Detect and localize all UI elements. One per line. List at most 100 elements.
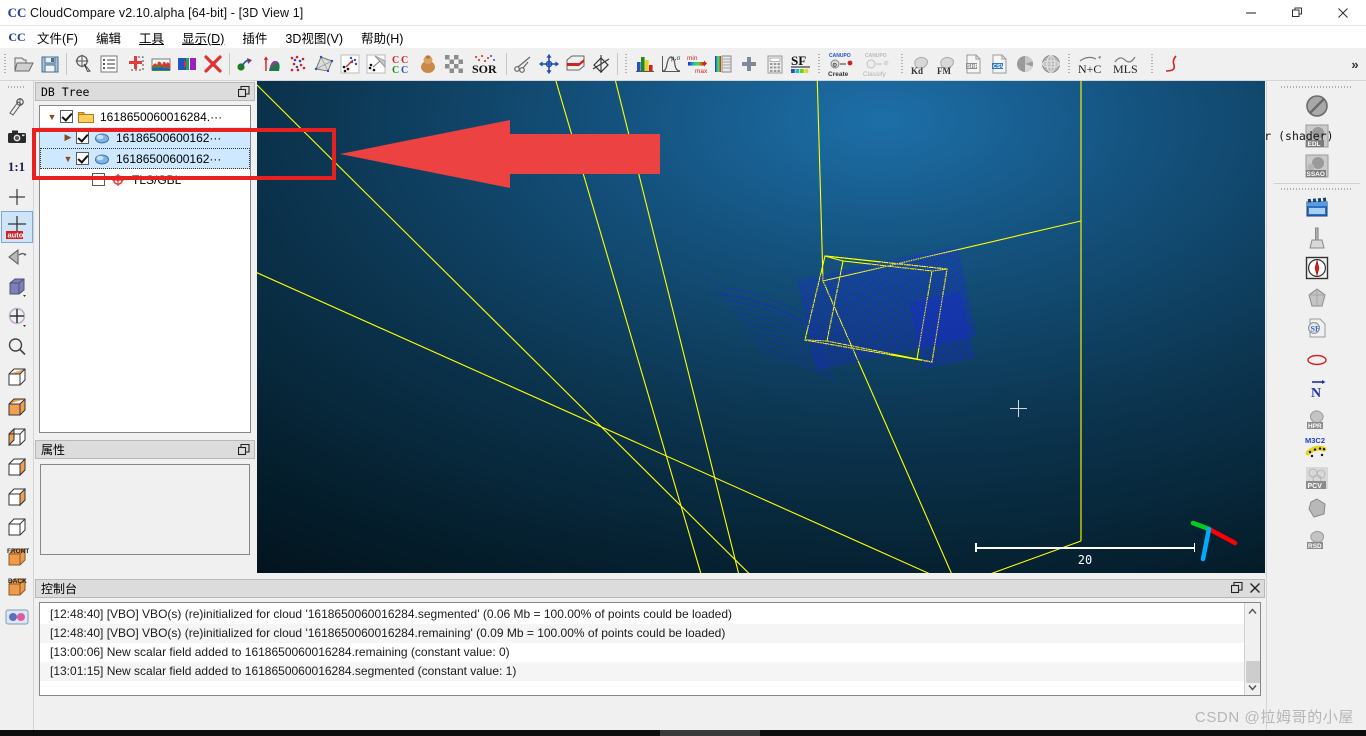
view-bottom-icon[interactable] <box>2 392 32 422</box>
histogram-icon[interactable] <box>632 51 658 77</box>
hpr-plugin-icon[interactable]: HPR <box>1302 403 1332 433</box>
visibility-checkbox[interactable] <box>60 110 73 123</box>
animation-plugin-icon[interactable] <box>1302 193 1332 223</box>
db-tree-view[interactable]: ▼ 1618650060016284.··· ▶ 16186500600162·… <box>39 105 251 433</box>
sor-filter-icon[interactable]: SOR <box>467 51 503 77</box>
point-picking-icon[interactable] <box>70 51 96 77</box>
toolbar-grip[interactable] <box>1149 53 1156 75</box>
visibility-checkbox[interactable] <box>92 173 105 186</box>
view-iso2-icon[interactable] <box>2 512 32 542</box>
curve-fit-icon[interactable] <box>1158 51 1184 77</box>
canupo-create-icon[interactable]: CANUPO ⚙ Create <box>825 51 861 78</box>
float-panel-icon[interactable] <box>237 85 250 98</box>
menu-help[interactable]: 帮助(H) <box>352 26 412 49</box>
minimize-button[interactable] <box>1228 0 1274 26</box>
sf-plugin-icon[interactable]: SF <box>1302 313 1332 343</box>
object-viewer-icon[interactable] <box>2 272 32 302</box>
save-file-icon[interactable] <box>37 51 63 77</box>
sf-toggle-icon[interactable]: SF <box>788 51 814 77</box>
console-scroll-track[interactable] <box>1245 619 1261 683</box>
set-pivot-icon[interactable] <box>2 182 32 212</box>
scroll-up-icon[interactable] <box>1245 603 1261 619</box>
tree-item-segmented[interactable]: ▶ 16186500600162··· <box>40 127 250 148</box>
color-scale-icon[interactable] <box>710 51 736 77</box>
m3c2-plugin-icon[interactable]: M3C2 <box>1302 433 1332 463</box>
broom-plugin-icon[interactable] <box>1302 223 1332 253</box>
delete-icon[interactable] <box>200 51 226 77</box>
toolbar-grip[interactable] <box>1066 53 1073 75</box>
view-front-icon[interactable]: FRONT <box>2 542 32 572</box>
plugin-toolbar-grip[interactable] <box>1280 84 1353 90</box>
mesh-icon[interactable] <box>311 51 337 77</box>
add-point-icon[interactable] <box>122 51 148 77</box>
gaussian-filter-icon[interactable]: μ,σ <box>658 51 684 77</box>
ssao-shader-icon[interactable]: SSAO <box>1302 151 1332 181</box>
camera-snapshot-icon[interactable] <box>2 122 32 152</box>
canupo-classify-icon[interactable]: CANUPO Classify <box>861 51 897 78</box>
csv-export-icon[interactable]: CSV <box>986 51 1012 77</box>
minmax-icon[interactable]: min max <box>684 51 710 77</box>
zoom-1-1-icon[interactable]: 1:1 <box>2 152 32 182</box>
poisson-normals-icon[interactable]: N <box>1302 373 1332 403</box>
rsd-plugin-icon[interactable]: RSD <box>1302 523 1332 553</box>
translate-rotate-icon[interactable] <box>536 51 562 77</box>
console-close-icon[interactable] <box>1249 582 1261 597</box>
tree-item-remaining[interactable]: ▼ 16186500600162··· <box>40 148 250 169</box>
auto-pivot-icon[interactable]: auto <box>0 211 33 243</box>
register-clouds-icon[interactable] <box>233 51 259 77</box>
cross-section-icon[interactable] <box>562 51 588 77</box>
maximize-button[interactable] <box>1274 0 1320 26</box>
console-float-icon[interactable] <box>1230 581 1243 597</box>
toolbar-overflow-button[interactable]: » <box>1344 51 1366 77</box>
sf-calculator-icon[interactable] <box>762 51 788 77</box>
pie-chart-icon[interactable] <box>1012 51 1038 77</box>
close-button[interactable] <box>1320 0 1366 26</box>
plane-fit-icon[interactable] <box>588 51 614 77</box>
toolbar-grip[interactable] <box>816 53 823 75</box>
toolbar-grip[interactable] <box>623 53 630 75</box>
pick-rotation-center-icon[interactable] <box>2 92 32 122</box>
shp-export-icon[interactable]: SHP <box>960 51 986 77</box>
scissors-icon[interactable] <box>510 51 536 77</box>
view-right-icon[interactable] <box>2 452 32 482</box>
menu-file[interactable]: 文件(F) <box>28 26 87 49</box>
compute-normals-icon[interactable] <box>259 51 285 77</box>
facets-plugin-icon[interactable] <box>1302 283 1332 313</box>
checkerboard-icon[interactable] <box>441 51 467 77</box>
toggle-perspective-icon[interactable] <box>2 242 32 272</box>
console-scrollbar[interactable] <box>1244 603 1260 695</box>
view-iso1-icon[interactable] <box>2 482 32 512</box>
properties-list-icon[interactable] <box>96 51 122 77</box>
toolbar-grip[interactable] <box>899 53 906 75</box>
tree-item-sensor[interactable]: TLS/GBL <box>40 169 250 190</box>
n-plus-c-icon[interactable]: N+C <box>1075 51 1111 77</box>
view-toolbar-grip[interactable] <box>7 84 26 90</box>
mls-icon[interactable]: MLS <box>1111 51 1147 77</box>
hough-normals-icon[interactable] <box>1302 343 1332 373</box>
visibility-checkbox[interactable] <box>76 131 89 144</box>
subsample-icon[interactable] <box>285 51 311 77</box>
compass-plugin-icon[interactable] <box>1302 253 1332 283</box>
pcv-plugin-icon[interactable]: PCV <box>1302 463 1332 493</box>
console-message-list[interactable]: [12:48:40] [VBO] VBO(s) (re)initialized … <box>39 602 1261 696</box>
menu-plugins[interactable]: 插件 <box>233 26 276 49</box>
fast-marching-icon[interactable]: FM <box>934 51 960 77</box>
poisson-recon-icon[interactable] <box>1302 493 1332 523</box>
menu-3dview[interactable]: 3D视图(V) <box>276 26 352 49</box>
menu-edit[interactable]: 编辑 <box>87 26 130 49</box>
zoom-global-icon[interactable] <box>2 332 32 362</box>
view-left-icon[interactable] <box>2 422 32 452</box>
expand-arrow-icon[interactable]: ▼ <box>44 112 60 122</box>
center-camera-icon[interactable] <box>2 302 32 332</box>
stereo-mode-icon[interactable] <box>2 602 32 632</box>
expand-arrow-icon[interactable]: ▶ <box>60 132 76 143</box>
properties-table[interactable] <box>40 464 250 555</box>
add-sf-icon[interactable] <box>736 51 762 77</box>
menu-tools[interactable]: 工具 <box>130 26 173 49</box>
open-file-icon[interactable] <box>11 51 37 77</box>
cloud-mesh-dist-icon[interactable] <box>363 51 389 77</box>
segment-icon[interactable] <box>174 51 200 77</box>
view-back-icon[interactable]: BACK <box>2 572 32 602</box>
no-shader-icon[interactable] <box>1302 91 1332 121</box>
globe-icon[interactable] <box>1038 51 1064 77</box>
